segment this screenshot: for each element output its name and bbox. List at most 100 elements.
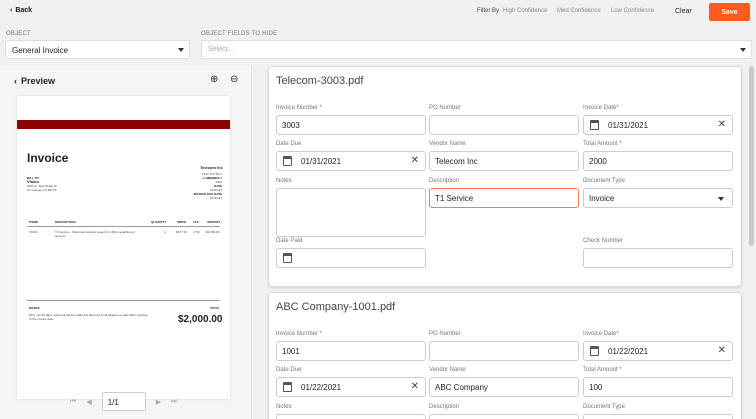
chevron-left-icon[interactable]: ‹ bbox=[14, 76, 17, 86]
document-card: Telecom-3003.pdf Invoice Number * 3003 P… bbox=[268, 66, 742, 287]
last-page-icon[interactable]: ⏭ bbox=[171, 398, 177, 406]
clear-button[interactable]: Clear bbox=[675, 8, 692, 15]
doc-row-tax: 4.7% bbox=[193, 230, 200, 234]
scrollbar[interactable] bbox=[749, 66, 754, 246]
back-button[interactable]: ‹ Back bbox=[10, 7, 32, 14]
back-label: Back bbox=[15, 7, 33, 14]
card-file-name: Telecom-3003.pdf bbox=[276, 75, 364, 87]
date-due-label: Date Due bbox=[276, 141, 302, 147]
vendor-name-input[interactable]: Telecom Inc bbox=[429, 151, 579, 171]
po-number-label: PO Number bbox=[429, 331, 461, 337]
invoice-date-label: Invoice Date* bbox=[583, 331, 619, 337]
doc-col-price: PRICE bbox=[177, 220, 187, 224]
object-label: OBJECT bbox=[6, 31, 31, 37]
document-card: ABC Company-1001.pdf Invoice Number * 10… bbox=[268, 292, 742, 419]
caret-down-icon bbox=[740, 48, 746, 52]
doc-row-item: T1001 bbox=[29, 230, 38, 234]
doc-col-amount: AMOUNT bbox=[207, 220, 221, 224]
doc-notes-label: NOTES: bbox=[29, 306, 41, 310]
first-page-icon[interactable]: ⏮ bbox=[70, 398, 76, 406]
doc-due-date: INVOICE DUE DATE 01/31/21 bbox=[193, 192, 222, 200]
doc-notes: ETC, net 30 days, payment will be made 2… bbox=[29, 313, 148, 321]
top-bar: ‹ Back Filter By High Confidence Med Con… bbox=[0, 0, 756, 24]
check-number-label: Check Number bbox=[583, 238, 624, 244]
next-page-icon[interactable]: ▶ bbox=[156, 398, 161, 406]
filter-high-confidence[interactable]: High Confidence bbox=[503, 8, 547, 14]
date-paid-input[interactable] bbox=[276, 248, 426, 268]
doc-row-amount: $2,000.00 bbox=[206, 230, 220, 234]
hide-fields-placeholder: Select... bbox=[208, 46, 234, 53]
description-input[interactable]: T1 Service bbox=[429, 188, 579, 208]
total-amount-input[interactable]: 2000 bbox=[583, 151, 733, 171]
zoom-in-icon[interactable]: ⊕ bbox=[210, 74, 218, 85]
calendar-icon[interactable] bbox=[590, 120, 599, 130]
description-label: Description bbox=[429, 178, 460, 184]
doc-col-description: DESCRIPTION bbox=[55, 220, 76, 224]
invoice-date-input[interactable]: 01/31/2021 ✕ bbox=[583, 115, 733, 135]
doc-col-quantity: QUANTITY bbox=[151, 220, 167, 224]
clear-icon[interactable]: ✕ bbox=[411, 155, 419, 166]
doc-total-label: TOTAL bbox=[210, 306, 220, 310]
documents-list: Telecom-3003.pdf Invoice Number * 3003 P… bbox=[262, 62, 756, 419]
po-number-label: PO Number bbox=[429, 105, 461, 111]
prev-page-icon[interactable]: ◀ bbox=[86, 398, 91, 406]
document-type-select[interactable] bbox=[583, 414, 733, 419]
total-amount-label: Total Amount * bbox=[583, 141, 622, 147]
invoice-date-input[interactable]: 01/22/2021 ✕ bbox=[583, 341, 733, 361]
vendor-name-input[interactable]: ABC Company bbox=[429, 377, 579, 397]
notes-textarea[interactable] bbox=[276, 188, 426, 237]
doc-row-quantity: 4 bbox=[164, 230, 166, 234]
description-input[interactable] bbox=[429, 414, 579, 419]
object-select[interactable]: General Invoice bbox=[5, 40, 190, 59]
preview-panel: ‹ Preview ⊕ ⊖ Telecom Inc 1400 JFK Blvd … bbox=[0, 66, 252, 419]
invoice-number-input[interactable]: 3003 bbox=[276, 115, 426, 135]
calendar-icon[interactable] bbox=[283, 382, 292, 392]
doc-divider bbox=[27, 300, 220, 301]
filter-med-confidence[interactable]: Med Confidence bbox=[557, 8, 601, 14]
document-type-select[interactable]: Invoice bbox=[583, 188, 733, 208]
calendar-icon[interactable] bbox=[283, 156, 292, 166]
invoice-number-input[interactable]: 1001 bbox=[276, 341, 426, 361]
page-input[interactable]: 1/1 bbox=[101, 392, 146, 411]
preview-header: ‹ Preview bbox=[14, 76, 55, 86]
zoom-out-icon[interactable]: ⊖ bbox=[230, 74, 238, 85]
preview-title: Preview bbox=[21, 76, 56, 86]
hide-fields-select[interactable]: Select... bbox=[201, 40, 752, 59]
filter-by-label: Filter By bbox=[477, 8, 500, 14]
po-number-input[interactable] bbox=[429, 115, 579, 135]
invoice-number-label: Invoice Number * bbox=[276, 331, 323, 337]
clear-icon[interactable]: ✕ bbox=[411, 381, 419, 392]
doc-divider bbox=[27, 226, 220, 227]
calendar-icon[interactable] bbox=[590, 346, 599, 356]
caret-down-icon bbox=[178, 48, 184, 52]
doc-col-items: ITEMS bbox=[29, 220, 39, 224]
description-label: Description bbox=[429, 404, 460, 410]
date-paid-label: Date Paid bbox=[276, 238, 303, 244]
filter-low-confidence[interactable]: Low Confidence bbox=[611, 8, 654, 14]
po-number-input[interactable] bbox=[429, 341, 579, 361]
notes-textarea[interactable] bbox=[276, 414, 426, 419]
date-due-input[interactable]: 01/31/2021 ✕ bbox=[276, 151, 426, 171]
notes-label: Notes bbox=[276, 178, 292, 184]
invoice-date-label: Invoice Date* bbox=[583, 105, 619, 111]
doc-title: Invoice bbox=[27, 151, 69, 165]
hide-fields-label: OBJECT FIELDS TO HIDE bbox=[201, 31, 278, 37]
caret-down-icon bbox=[718, 197, 724, 201]
save-button[interactable]: Save bbox=[709, 3, 750, 21]
clear-icon[interactable]: ✕ bbox=[718, 345, 726, 356]
card-file-name: ABC Company-1001.pdf bbox=[276, 301, 396, 313]
doc-header-band bbox=[17, 120, 230, 129]
calendar-icon[interactable] bbox=[283, 253, 292, 263]
clear-icon[interactable]: ✕ bbox=[718, 119, 726, 130]
date-due-input[interactable]: 01/22/2021 ✕ bbox=[276, 377, 426, 397]
doc-bill-to: BILL TO: Vision 4301 E. Tech Ridge Dr St… bbox=[27, 176, 58, 192]
doc-company: Telecom Inc bbox=[200, 165, 223, 170]
doc-total: $2,000.00 bbox=[178, 314, 223, 325]
doc-row-price: $477.33 bbox=[176, 230, 187, 234]
object-value: General Invoice bbox=[12, 46, 69, 55]
document-type-label: Document Type bbox=[583, 404, 625, 410]
doc-col-tax: TAX bbox=[193, 220, 199, 224]
check-number-input[interactable] bbox=[583, 248, 733, 268]
total-amount-input[interactable]: 100 bbox=[583, 377, 733, 397]
vendor-name-label: Vendor Name bbox=[429, 367, 466, 373]
